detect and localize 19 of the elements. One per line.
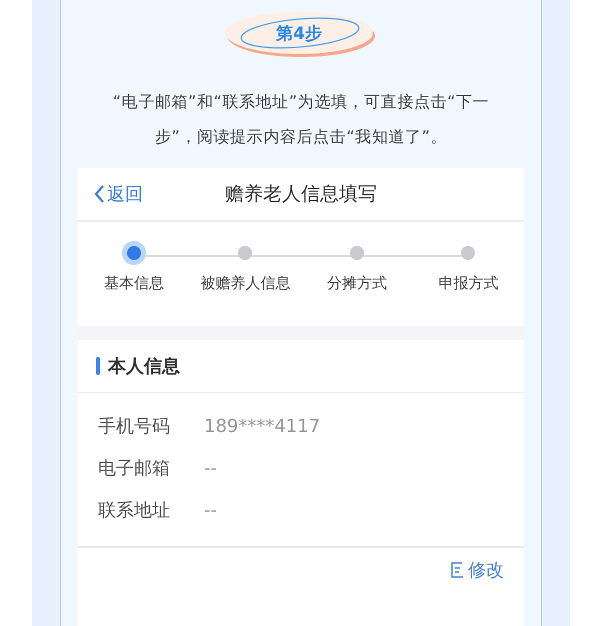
field-label: 联系地址 bbox=[98, 499, 171, 522]
edit-link[interactable]: 修改 bbox=[450, 558, 504, 582]
step-label: 申报方式 bbox=[438, 274, 498, 293]
page-title: 赡养老人信息填写 bbox=[225, 182, 377, 207]
field-value: -- bbox=[204, 500, 217, 520]
step-label: 被赡养人信息 bbox=[200, 274, 290, 293]
instruction-text: “电子邮箱”和“联系地址”为选填，可直接点击“下一步”，阅读提示内容后点击“我知道了”。 bbox=[112, 91, 490, 148]
step-badge: 第4步 bbox=[225, 12, 373, 54]
back-link[interactable]: 返回 bbox=[94, 182, 143, 206]
section-title: 本人信息 bbox=[108, 355, 180, 378]
section-marker bbox=[96, 357, 100, 375]
field-value: 189****4117 bbox=[204, 416, 320, 436]
step-label: 基本信息 bbox=[104, 274, 164, 293]
step-label: 分摊方式 bbox=[326, 274, 387, 293]
back-chevron-icon bbox=[94, 184, 105, 204]
edit-icon bbox=[450, 562, 465, 578]
field-label: 电子邮箱 bbox=[98, 457, 171, 480]
field-value: -- bbox=[204, 458, 217, 478]
field-label: 手机号码 bbox=[98, 415, 171, 438]
